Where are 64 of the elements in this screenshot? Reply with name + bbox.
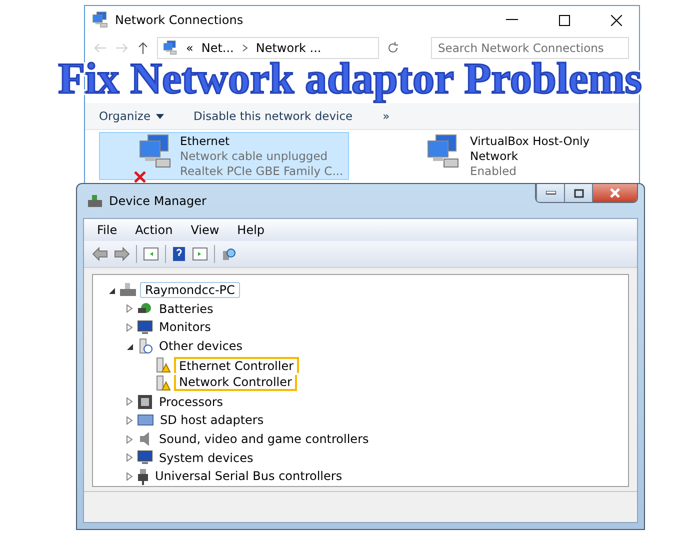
menu-item[interactable]: File xyxy=(90,223,124,237)
search-field[interactable]: Search Network Connections xyxy=(431,37,629,59)
dropdown-caret-icon xyxy=(156,114,164,118)
back-arrow-icon[interactable] xyxy=(92,247,108,261)
menu-item[interactable]: Action xyxy=(128,223,180,237)
device-label[interactable]: Batteries xyxy=(156,302,216,316)
menu-item[interactable]: View xyxy=(184,223,226,237)
close-button[interactable] xyxy=(592,184,637,202)
chevron-right-icon xyxy=(242,44,248,52)
minimize-button[interactable] xyxy=(536,184,564,202)
device-label[interactable]: Other devices xyxy=(156,339,246,354)
maximize-icon xyxy=(574,188,584,198)
console-tree-icon[interactable] xyxy=(143,247,159,261)
minimize-icon[interactable] xyxy=(506,19,518,21)
close-icon xyxy=(610,188,620,198)
unknown-device-icon xyxy=(137,338,153,354)
processor-icon xyxy=(137,394,153,410)
breadcrumb-item[interactable]: Net... xyxy=(201,41,234,55)
breadcrumb-item[interactable]: Network ... xyxy=(256,41,322,55)
maximize-button[interactable] xyxy=(564,184,592,202)
help-icon[interactable] xyxy=(172,246,186,262)
device-label[interactable]: Monitors xyxy=(156,320,214,334)
close-icon[interactable] xyxy=(610,14,622,26)
computer-icon xyxy=(119,282,137,298)
device-label[interactable]: Raymondcc-PC xyxy=(140,282,240,298)
address-bar[interactable]: « Net... Network ... xyxy=(157,37,379,59)
menu-item[interactable]: Help xyxy=(230,223,272,237)
monitor-icon xyxy=(137,320,153,335)
refresh-icon[interactable] xyxy=(387,42,399,54)
device-label[interactable]: Universal Serial Bus controllers xyxy=(152,469,346,484)
device-manager-icon xyxy=(87,194,103,208)
adapter-name: Ethernet xyxy=(180,134,231,149)
card-reader-icon xyxy=(137,413,154,428)
highlighted-device-label[interactable]: Ethernet Controller xyxy=(174,356,299,373)
command-button[interactable]: Organize xyxy=(99,109,164,123)
adapter-status: Network cable unplugged xyxy=(180,149,329,164)
adapter-device: Realtek PCIe GBE Family C... xyxy=(180,164,344,179)
network-computers-icon xyxy=(91,11,109,29)
forward-arrow-icon[interactable] xyxy=(114,247,130,261)
window-title: Network Connections xyxy=(115,13,244,27)
adapter-tile[interactable]: VirtualBox Host-Only Network Enabled xyxy=(387,132,625,180)
up-arrow-icon[interactable] xyxy=(137,41,149,55)
device-label[interactable]: System devices xyxy=(156,450,256,465)
device-label[interactable]: Processors xyxy=(156,394,226,409)
maximize-icon[interactable] xyxy=(558,14,570,26)
adapter-status: Enabled xyxy=(470,164,518,179)
scan-hardware-icon[interactable] xyxy=(221,246,237,262)
device-label[interactable]: SD host adapters xyxy=(157,413,267,428)
adapter-tile[interactable]: Ethernet Network cable unplugged Realtek PCIe GBE Family C... xyxy=(99,132,349,180)
device-label[interactable]: Sound, video and game controllers xyxy=(156,432,372,446)
action-pane-icon[interactable] xyxy=(192,247,208,261)
command-button[interactable]: Disable this network device xyxy=(194,109,353,123)
network-computers-icon xyxy=(162,40,178,56)
minimize-icon xyxy=(546,191,556,195)
expanded-arrow-icon[interactable] xyxy=(107,286,116,295)
more-commands-button[interactable]: » xyxy=(382,109,390,123)
adapter-name: VirtualBox Host-Only Network xyxy=(470,134,590,164)
window-title: Device Manager xyxy=(109,194,208,208)
warning-device-icon xyxy=(155,356,171,373)
warning-device-icon xyxy=(155,375,171,392)
monitor-icon xyxy=(137,450,153,466)
breadcrumb-overflow[interactable]: « xyxy=(186,41,194,55)
highlighted-device-label[interactable]: Network Controller xyxy=(174,375,297,392)
expanded-arrow-icon[interactable] xyxy=(125,342,134,351)
